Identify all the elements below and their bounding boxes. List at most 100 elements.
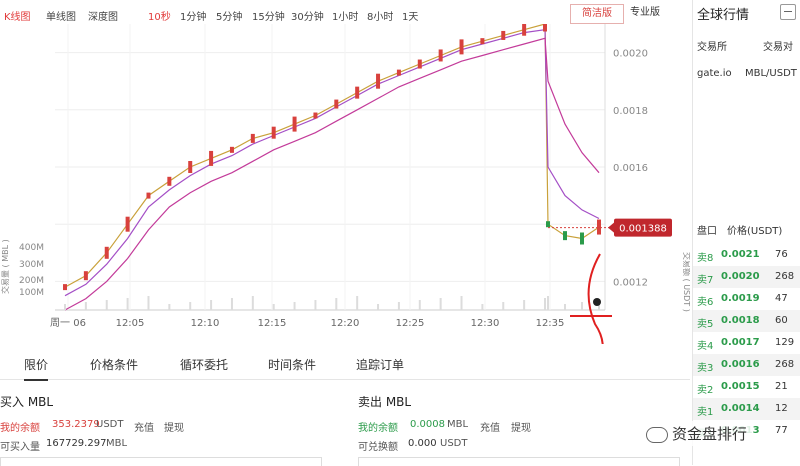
volume-bar <box>460 296 463 310</box>
ob-qty: 21 <box>775 381 788 392</box>
volume-bar <box>272 304 275 310</box>
ob-side: 卖2 <box>697 385 714 396</box>
watermark-text: 资金盘排行 <box>672 425 748 443</box>
sell-avail-value: 0.000 <box>408 438 437 449</box>
candle <box>209 150 214 166</box>
ob-qty: 60 <box>775 315 788 326</box>
candle <box>438 49 443 62</box>
sell-balance-unit: MBL <box>447 419 469 430</box>
volume-bar <box>397 302 400 310</box>
tab-loop[interactable]: 循环委托 <box>180 356 228 373</box>
ob-qty: 12 <box>775 403 788 414</box>
sell-balance-value: 0.0008 <box>410 419 445 430</box>
orderbook-row[interactable]: 卖4 0.0017 129 <box>693 332 800 354</box>
volume-bar <box>481 304 484 310</box>
ob-price: 0.0018 <box>721 315 760 326</box>
y-tick-label: 0.0020 <box>613 49 648 60</box>
period-30m[interactable]: 30分钟 <box>291 8 324 23</box>
kline-chart[interactable]: 0.00200.00180.00160.00140.0012周一 0612:05… <box>0 24 690 344</box>
ob-side: 卖5 <box>697 319 714 330</box>
ob-side: 卖3 <box>697 363 714 374</box>
candle <box>597 219 601 235</box>
chart-canvas: 0.00200.00180.00160.00140.0012周一 0612:05… <box>0 24 690 344</box>
tab-limit[interactable]: 限价 <box>24 356 49 381</box>
candle <box>63 284 67 291</box>
sell-withdraw-link[interactable]: 提现 <box>511 419 531 434</box>
ob-side: 卖6 <box>697 297 714 308</box>
ob-col-side: 盘口 <box>697 226 717 237</box>
ob-price: 0.0021 <box>721 249 760 260</box>
collapse-icon[interactable] <box>780 4 796 20</box>
orderbook-row[interactable]: 卖2 0.0015 21 <box>693 376 800 398</box>
candle <box>580 232 584 245</box>
orderbook-row[interactable]: 卖5 0.0018 60 <box>693 310 800 332</box>
period-1h[interactable]: 1小时 <box>332 8 358 23</box>
sell-deposit-link[interactable]: 充值 <box>480 419 500 434</box>
period-1d[interactable]: 1天 <box>402 8 418 23</box>
orderbook-row[interactable]: 卖7 0.0020 268 <box>693 266 800 288</box>
x-tick-label: 12:15 <box>258 318 287 329</box>
pair-name[interactable]: MBL/USDT <box>745 68 797 79</box>
global-market-panel: 全球行情 交易所 交易对 gate.io MBL/USDT 盘口 价格(USDT… <box>693 0 800 465</box>
period-15m[interactable]: 15分钟 <box>252 8 285 23</box>
candle <box>146 192 151 199</box>
period-8h[interactable]: 8小时 <box>367 8 393 23</box>
ob-side: 卖7 <box>697 275 714 286</box>
ob-qty: 268 <box>775 271 795 282</box>
buy-withdraw-link[interactable]: 提现 <box>164 419 184 434</box>
series-line <box>64 37 600 311</box>
ob-price: 0.0014 <box>721 403 760 414</box>
ob-price: 0.0020 <box>721 271 760 282</box>
volume-bar <box>581 302 583 310</box>
ob-side: 卖1 <box>697 407 714 418</box>
ob-side: 卖8 <box>697 253 714 264</box>
last-price-label: 0.001388 <box>619 224 667 235</box>
volume-bar <box>523 300 526 310</box>
volume-bar <box>564 304 566 310</box>
volume-bar <box>105 300 108 310</box>
y-tick-label: 0.0016 <box>613 163 648 174</box>
series-line <box>64 29 600 297</box>
candle <box>355 86 360 99</box>
period-1m[interactable]: 1分钟 <box>180 8 206 23</box>
candle <box>334 99 339 109</box>
candle <box>250 133 255 143</box>
volume-bar <box>230 298 233 310</box>
series-line <box>64 24 600 288</box>
tab-kline[interactable]: K线图 <box>4 8 31 23</box>
x-tick-label: 12:05 <box>116 318 145 329</box>
sell-avail-unit: USDT <box>440 438 468 449</box>
volume-tick-label: 300M <box>19 260 44 270</box>
orderbook-row[interactable]: 卖3 0.0016 268 <box>693 354 800 376</box>
ob-side: 卖4 <box>697 341 714 352</box>
volume-bar <box>314 300 317 310</box>
tab-trailing[interactable]: 追踪订单 <box>356 356 404 373</box>
tab-line[interactable]: 单线图 <box>46 8 76 23</box>
x-tick-label: 12:30 <box>471 318 500 329</box>
order-type-tabs: 限价 价格条件 循环委托 时间条件 追踪订单 <box>0 347 690 381</box>
buy-deposit-link[interactable]: 充值 <box>134 419 154 434</box>
candle <box>104 246 109 259</box>
buy-avail-label: 可买入量 <box>0 442 40 453</box>
tab-conditional[interactable]: 价格条件 <box>90 356 138 373</box>
period-5m[interactable]: 5分钟 <box>216 8 242 23</box>
ob-qty: 47 <box>775 293 788 304</box>
orderbook-row[interactable]: 卖8 0.0021 76 <box>693 244 800 266</box>
tab-depth[interactable]: 深度图 <box>88 8 118 23</box>
volume-bar <box>547 296 549 310</box>
period-10s[interactable]: 10秒 <box>148 8 171 23</box>
candle <box>271 126 276 139</box>
exchange-name[interactable]: gate.io <box>697 68 732 79</box>
orderbook-row[interactable]: 卖1 0.0014 12 <box>693 398 800 420</box>
orderbook-row[interactable]: 卖6 0.0019 47 <box>693 288 800 310</box>
fish-annotation <box>587 253 604 344</box>
volume-bar <box>377 304 380 310</box>
candle <box>229 146 234 153</box>
candle <box>417 59 422 69</box>
candle <box>188 161 193 173</box>
pro-mode-button[interactable]: 专业版 <box>624 4 666 22</box>
y-tick-label: 0.0018 <box>613 106 648 117</box>
tab-time[interactable]: 时间条件 <box>268 356 316 373</box>
candle <box>292 116 297 132</box>
simple-mode-button[interactable]: 简洁版 <box>570 4 624 24</box>
